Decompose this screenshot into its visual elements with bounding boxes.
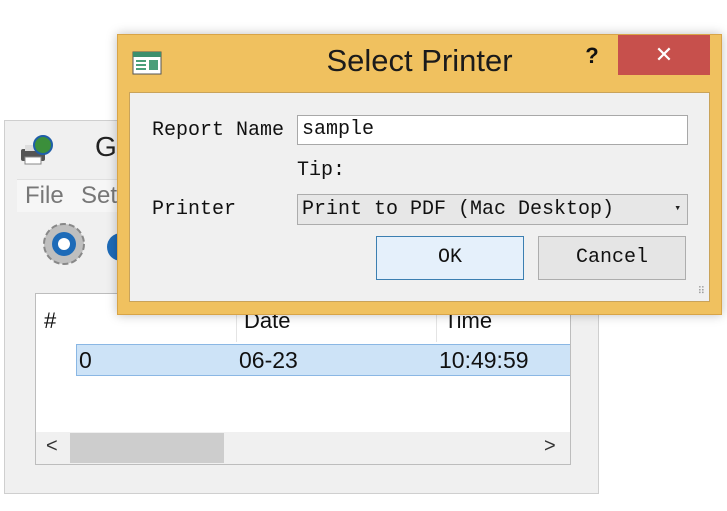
printer-select[interactable]: Print to PDF (Mac Desktop) ▾ bbox=[297, 194, 688, 225]
dialog-titlebar[interactable]: Select Printer ? ✕ bbox=[118, 35, 721, 91]
data-table: # Date Time 0 06-23 10:49:59 < > bbox=[35, 293, 571, 465]
printer-globe-icon bbox=[21, 135, 53, 165]
menu-settings[interactable]: Set bbox=[81, 182, 117, 210]
row-number: 0 bbox=[79, 347, 92, 373]
resize-grip-icon[interactable]: ⠿ bbox=[698, 286, 705, 297]
scroll-thumb[interactable] bbox=[70, 433, 224, 463]
help-button[interactable]: ? bbox=[580, 43, 604, 71]
select-printer-dialog: Select Printer ? ✕ Report Name sample Ti… bbox=[117, 34, 722, 315]
column-header-number[interactable]: # bbox=[44, 308, 56, 334]
ok-button[interactable]: OK bbox=[376, 236, 524, 280]
row-time: 10:49:59 bbox=[439, 347, 529, 373]
settings-gear-icon[interactable] bbox=[39, 219, 89, 269]
tip-label: Tip: bbox=[297, 159, 346, 182]
scroll-left-arrow[interactable]: < bbox=[46, 435, 58, 458]
background-window-title: G bbox=[95, 131, 117, 162]
close-button[interactable]: ✕ bbox=[618, 35, 710, 75]
menu-file[interactable]: File bbox=[25, 182, 64, 210]
report-name-input[interactable]: sample bbox=[297, 115, 688, 145]
row-date: 06-23 bbox=[239, 347, 298, 373]
scroll-right-arrow[interactable]: > bbox=[544, 435, 556, 458]
printer-label: Printer bbox=[152, 198, 237, 221]
dialog-content: Report Name sample Tip: Printer Print to… bbox=[129, 92, 710, 302]
printer-select-value: Print to PDF (Mac Desktop) bbox=[302, 198, 615, 221]
dropdown-arrow-icon: ▾ bbox=[674, 203, 681, 215]
horizontal-scrollbar[interactable]: < > bbox=[36, 432, 570, 464]
report-name-label: Report Name bbox=[152, 119, 285, 142]
cancel-button[interactable]: Cancel bbox=[538, 236, 686, 280]
table-row[interactable]: 0 06-23 10:49:59 bbox=[76, 344, 570, 376]
